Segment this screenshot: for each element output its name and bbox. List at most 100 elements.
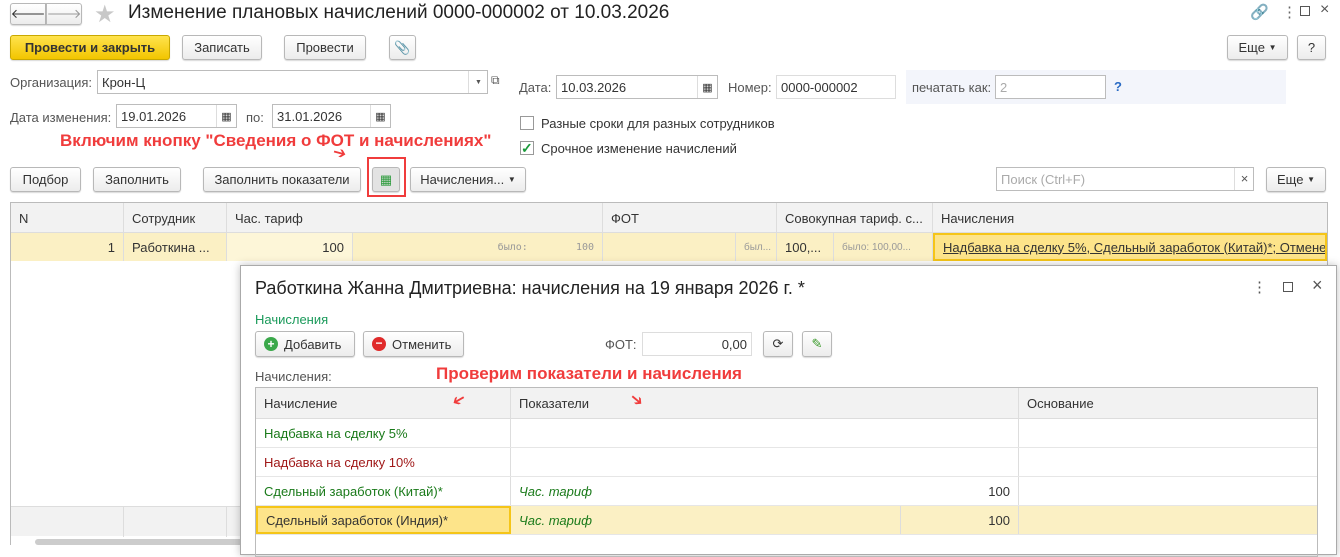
star-icon[interactable]: ★: [94, 0, 116, 29]
close-icon[interactable]: ×: [1320, 1, 1329, 19]
col-n[interactable]: N: [11, 203, 124, 233]
accrual-name: Надбавка на сделку 5%: [256, 419, 511, 447]
number-label: Номер:: [728, 80, 772, 95]
date-field[interactable]: 10.03.2026: [556, 75, 718, 99]
table-more-button[interactable]: Еще ▼: [1266, 167, 1326, 192]
dropdown-arrow-icon[interactable]: ▼: [468, 71, 488, 93]
fill-indicators-button[interactable]: Заполнить показатели: [203, 167, 361, 192]
accrual-name: Надбавка на сделку 10%: [256, 448, 511, 476]
col-basis[interactable]: Основание: [1019, 388, 1317, 419]
diff-terms-label: Разные сроки для разных сотрудников: [541, 116, 775, 131]
fill-button[interactable]: Заполнить: [93, 167, 181, 192]
org-label: Организация:: [10, 75, 93, 90]
refresh-button[interactable]: ⟳: [763, 331, 793, 357]
fot-label: ФОТ:: [605, 337, 637, 352]
save-button[interactable]: Записать: [182, 35, 262, 60]
open-icon[interactable]: ⧉: [491, 73, 500, 88]
row-total-was: было: 100,00...: [834, 233, 933, 261]
attach-button[interactable]: 📎: [389, 35, 416, 60]
indicator-name: [511, 448, 901, 476]
calendar-icon[interactable]: ▦: [370, 105, 390, 127]
plus-circle-icon: +: [264, 337, 278, 351]
row-n: 1: [11, 233, 124, 261]
accruals-menu-button[interactable]: Начисления... ▼: [410, 167, 526, 192]
close-icon[interactable]: ×: [1312, 275, 1323, 296]
row-employee: Работкина ...: [124, 233, 227, 261]
forward-button[interactable]: 🡒: [46, 3, 82, 25]
menu-dots-icon[interactable]: ⋮: [1252, 278, 1267, 296]
table-row[interactable]: 1 Работкина ... 100 было: 100 был... 100…: [11, 233, 1327, 261]
row-rate: 100: [227, 233, 353, 261]
print-help-link[interactable]: ?: [1114, 79, 1122, 94]
row-rate-was: было: 100: [353, 233, 603, 261]
list-header: Начисление Показатели Основание: [256, 388, 1317, 419]
indicator-name: Час. тариф: [519, 483, 592, 499]
cancel-accrual-button[interactable]: − Отменить: [363, 331, 464, 357]
annotation-dialog: Проверим показатели и начисления: [436, 364, 742, 383]
indicator-value: [901, 419, 1019, 447]
row-accruals-link[interactable]: Надбавка на сделку 5%, Сдельный заработо…: [933, 233, 1327, 261]
diff-terms-checkbox[interactable]: [520, 116, 534, 130]
search-input[interactable]: Поиск (Ctrl+F): [996, 167, 1254, 191]
minus-circle-icon: −: [372, 337, 386, 351]
list-item[interactable]: Надбавка на сделку 10%: [256, 448, 1317, 477]
indicator-value: 100: [901, 477, 1019, 505]
annotation-top: Включим кнопку "Сведения о ФОТ и начисле…: [60, 131, 492, 150]
org-field[interactable]: Крон-Ц: [97, 70, 488, 94]
search-clear-button[interactable]: ×: [1234, 168, 1254, 190]
calendar-icon[interactable]: ▦: [697, 76, 717, 98]
col-rate[interactable]: Час. тариф: [227, 203, 603, 233]
indicator-name: Час. тариф: [511, 506, 901, 534]
menu-dots-icon[interactable]: ⋮: [1282, 3, 1297, 21]
col-accruals[interactable]: Начисления: [933, 203, 1327, 233]
col-indicators[interactable]: Показатели: [511, 388, 1019, 419]
link-icon[interactable]: 🔗: [1250, 3, 1269, 21]
print-as-field[interactable]: 2: [995, 75, 1106, 99]
indicator-name: [511, 419, 901, 447]
accrual-name: Сдельный заработок (Китай)*: [256, 477, 511, 505]
maximize-icon[interactable]: [1283, 282, 1293, 292]
section-title: Начисления: [255, 312, 329, 327]
col-fot[interactable]: ФОТ: [603, 203, 777, 233]
date-label: Дата:: [519, 80, 552, 95]
fot-info-toggle-button[interactable]: ▦: [372, 167, 400, 192]
accruals-list: Начисление Показатели Основание Надбавка…: [255, 387, 1318, 557]
list-item[interactable]: Сдельный заработок (Индия)* Час. тариф 1…: [256, 506, 1317, 535]
dialog-title: Работкина Жанна Дмитриевна: начисления н…: [255, 278, 805, 298]
refresh-icon: ⟳: [772, 336, 784, 351]
add-button[interactable]: + Добавить: [255, 331, 355, 357]
pencil-icon: ✎: [811, 336, 823, 351]
list-label: Начисления:: [255, 369, 332, 384]
table-add-icon: ▦: [379, 171, 393, 187]
maximize-icon[interactable]: [1300, 6, 1310, 16]
paperclip-icon: 📎: [394, 39, 411, 55]
horizontal-scrollbar[interactable]: [35, 539, 255, 545]
dropdown-arrow-icon: ▼: [1307, 175, 1315, 184]
to-label: по:: [246, 110, 264, 125]
fot-field[interactable]: 0,00: [642, 332, 752, 356]
print-as-label: печатать как:: [912, 80, 992, 95]
indicator-value: [901, 448, 1019, 476]
urgent-label: Срочное изменение начислений: [541, 141, 737, 156]
urgent-checkbox[interactable]: ✓: [520, 141, 534, 155]
pick-button[interactable]: Подбор: [10, 167, 81, 192]
more-button[interactable]: Еще ▼: [1227, 35, 1288, 60]
row-fot-was: был...: [736, 233, 777, 261]
back-button[interactable]: 🡐: [10, 3, 46, 25]
col-accrual[interactable]: Начисление: [256, 388, 511, 419]
calendar-icon[interactable]: ▦: [216, 105, 236, 127]
col-total[interactable]: Совокупная тариф. с...: [777, 203, 933, 233]
list-item[interactable]: Сдельный заработок (Китай)* Час. тариф 1…: [256, 477, 1317, 506]
table-header: N Сотрудник Час. тариф ФОТ Совокупная та…: [11, 203, 1327, 233]
help-button[interactable]: ?: [1297, 35, 1326, 60]
post-button[interactable]: Провести: [284, 35, 366, 60]
post-and-close-button[interactable]: Провести и закрыть: [10, 35, 170, 60]
list-item[interactable]: Надбавка на сделку 5%: [256, 419, 1317, 448]
dropdown-arrow-icon: ▼: [507, 175, 516, 184]
col-employee[interactable]: Сотрудник: [124, 203, 227, 233]
number-field[interactable]: 0000-000002: [776, 75, 896, 99]
window-title: Изменение плановых начислений 0000-00000…: [128, 2, 670, 23]
change-date-label: Дата изменения:: [10, 110, 112, 125]
edit-button[interactable]: ✎: [802, 331, 832, 357]
accruals-dialog: Работкина Жанна Дмитриевна: начисления н…: [240, 265, 1337, 557]
